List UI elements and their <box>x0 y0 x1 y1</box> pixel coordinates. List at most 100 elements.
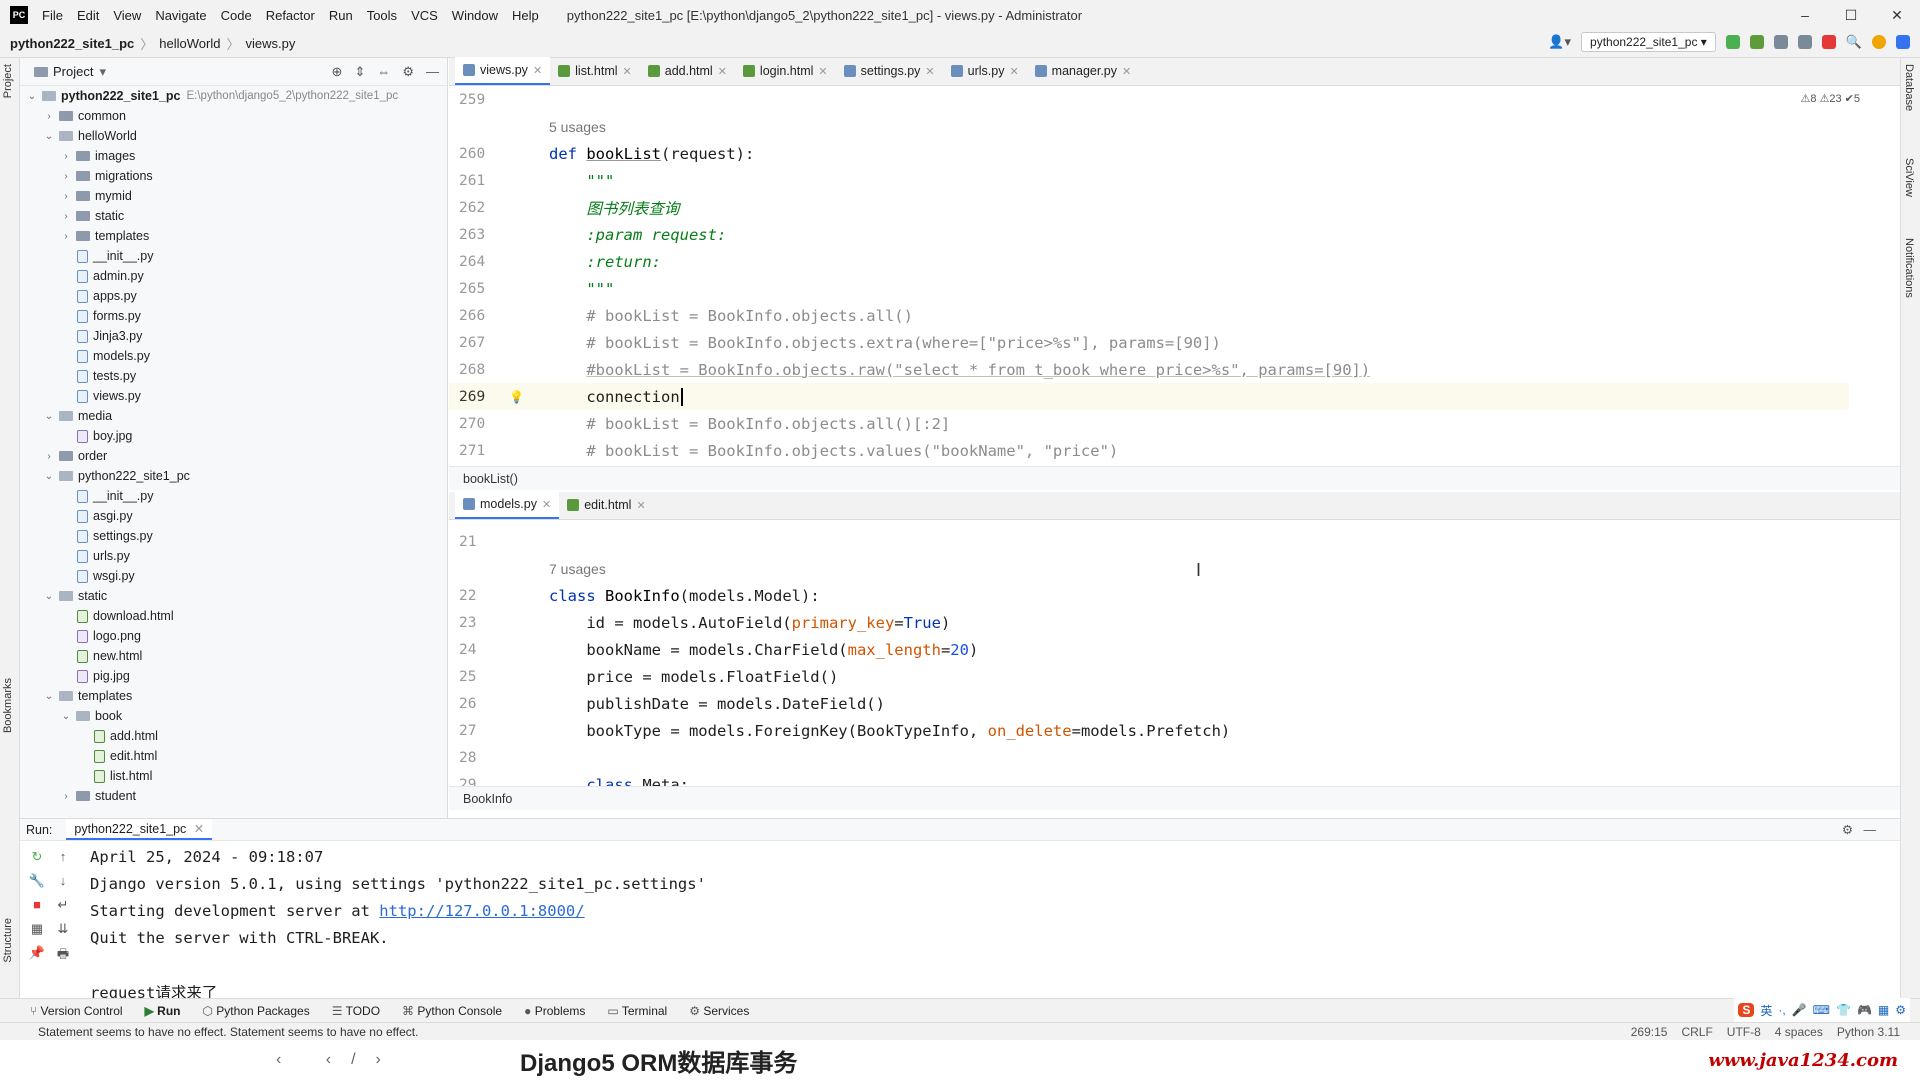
tree-item[interactable]: list.html <box>20 766 447 786</box>
ime-icon[interactable]: 👕 <box>1836 1003 1851 1017</box>
code-area-bottom[interactable]: 21 7 usages 22 class BookInfo(models.Model)… <box>449 528 1849 798</box>
indent-setting[interactable]: 4 spaces <box>1775 1025 1823 1039</box>
close-icon[interactable]: ✕ <box>1122 65 1131 78</box>
code-line[interactable]: 7 usages <box>449 555 1849 582</box>
line-ending[interactable]: CRLF <box>1681 1025 1712 1039</box>
tree-item[interactable]: add.html <box>20 726 447 746</box>
tree-root[interactable]: ⌄ python222_site1_pc E:\python\django5_2… <box>20 86 447 106</box>
editor-tab[interactable]: settings.py ✕ <box>836 57 943 85</box>
line-number[interactable]: 271 <box>449 443 509 459</box>
menu-item-navigate[interactable]: Navigate <box>155 8 206 23</box>
arrow-down-icon[interactable]: ↓ <box>50 873 76 889</box>
tree-item[interactable]: › static <box>20 206 447 226</box>
code-line[interactable]: 21 <box>449 528 1849 555</box>
hide-icon[interactable]: — <box>426 64 439 80</box>
print-icon[interactable]: 🖶 <box>50 945 76 967</box>
code-line[interactable]: 28 <box>449 744 1849 771</box>
code-line[interactable]: 260 def bookList(request): <box>449 140 1849 167</box>
tree-item[interactable]: Jinja3.py <box>20 326 447 346</box>
line-number[interactable]: 266 <box>449 308 509 324</box>
rerun-icon[interactable] <box>1725 35 1740 49</box>
editor-tab[interactable]: edit.html ✕ <box>559 491 653 519</box>
tree-item[interactable]: wsgi.py <box>20 566 447 586</box>
menu-item-file[interactable]: File <box>42 8 63 23</box>
locate-icon[interactable]: ⊕ <box>332 64 343 80</box>
code-line[interactable]: 269 💡 connection <box>449 383 1849 410</box>
code-line[interactable]: 270 # bookList = BookInfo.objects.all()[… <box>449 410 1849 437</box>
editor-tab[interactable]: views.py ✕ <box>455 57 551 85</box>
editor-top-breadcrumb[interactable]: bookList() <box>449 466 1900 490</box>
status-message[interactable]: Statement seems to have no effect. State… <box>38 1025 418 1039</box>
tree-item[interactable]: ⌄ media <box>20 406 447 426</box>
layout-icon[interactable]: ▦ <box>24 921 50 937</box>
caret-position[interactable]: 269:15 <box>1631 1025 1668 1039</box>
code-line[interactable]: 268 #bookList = BookInfo.objects.raw("se… <box>449 356 1849 383</box>
ime-icon[interactable]: 英 <box>1760 1002 1772 1019</box>
run-config-select[interactable]: python222_site1_pc ▾ <box>1581 32 1716 52</box>
tree-item[interactable]: › student <box>20 786 447 806</box>
code-line[interactable]: 271 # bookList = BookInfo.objects.values… <box>449 437 1849 464</box>
line-number[interactable]: 261 <box>449 173 509 189</box>
file-encoding[interactable]: UTF-8 <box>1727 1025 1761 1039</box>
close-icon[interactable]: ✕ <box>542 498 551 511</box>
bottom-tab-services[interactable]: ⚙ Services <box>689 1004 749 1018</box>
sciview-tool-tab[interactable]: SciView <box>1903 158 1915 197</box>
close-icon[interactable]: ✕ <box>718 65 727 78</box>
lightbulb-icon[interactable]: 💡 <box>509 390 549 404</box>
ime-icon[interactable]: 🎮 <box>1857 1003 1872 1017</box>
tree-item[interactable]: ⌄ helloWorld <box>20 126 447 146</box>
close-button[interactable]: ✕ <box>1874 0 1920 30</box>
code-line[interactable]: 262 图书列表查询 <box>449 194 1849 221</box>
close-icon[interactable]: ✕ <box>636 499 645 512</box>
tree-item[interactable]: asgi.py <box>20 506 447 526</box>
arrow-up-icon[interactable]: ↑ <box>50 849 76 865</box>
line-number[interactable]: 260 <box>449 146 509 162</box>
line-number[interactable]: 262 <box>449 200 509 216</box>
ime-icon[interactable]: ▦ <box>1878 1003 1889 1017</box>
user-icon[interactable]: 👤▾ <box>1548 34 1571 50</box>
bottom-tab-run[interactable]: ▶ Run <box>145 1004 181 1018</box>
code-line[interactable]: 261 """ <box>449 167 1849 194</box>
code-line[interactable]: 264 :return: <box>449 248 1849 275</box>
editor-tab[interactable]: add.html ✕ <box>640 57 735 85</box>
structure-tool-tab[interactable]: Structure <box>2 918 14 963</box>
line-number[interactable]: 259 <box>449 92 509 108</box>
coverage-icon[interactable] <box>1773 35 1788 49</box>
stop-icon[interactable]: ■ <box>24 897 50 913</box>
tree-item[interactable]: › mymid <box>20 186 447 206</box>
menu-item-code[interactable]: Code <box>221 8 252 23</box>
tree-item[interactable]: ⌄ templates <box>20 686 447 706</box>
database-tool-tab[interactable]: Database <box>1903 64 1915 111</box>
minimize-button[interactable]: – <box>1782 0 1828 30</box>
code-line[interactable]: 265 """ <box>449 275 1849 302</box>
menu-item-view[interactable]: View <box>113 8 141 23</box>
sogou-icon[interactable]: S <box>1738 1003 1755 1017</box>
code-line[interactable]: 259 <box>449 86 1849 113</box>
line-number[interactable]: 21 <box>449 534 509 550</box>
breadcrumb-project[interactable]: python222_site1_pc <box>10 36 134 51</box>
tree-item[interactable]: pig.jpg <box>20 666 447 686</box>
tree-item[interactable]: › order <box>20 446 447 466</box>
ime-icon[interactable]: 🎤 <box>1792 1003 1807 1017</box>
bottom-tab-version-control[interactable]: ⑂ Version Control <box>30 1004 123 1018</box>
tree-item[interactable]: new.html <box>20 646 447 666</box>
tree-item[interactable]: admin.py <box>20 266 447 286</box>
code-area-top[interactable]: 259 5 usages 260 def bookList(request): 261 … <box>449 86 1849 464</box>
close-icon[interactable]: ✕ <box>1009 65 1018 78</box>
menu-item-help[interactable]: Help <box>512 8 539 23</box>
gear-icon[interactable]: ⚙ <box>402 64 414 80</box>
menu-item-tools[interactable]: Tools <box>367 8 397 23</box>
tree-item[interactable]: models.py <box>20 346 447 366</box>
collapse-all-icon[interactable]: ⇔ <box>377 64 390 80</box>
line-number[interactable]: 24 <box>449 642 509 658</box>
scroll-end-icon[interactable]: ⇊ <box>50 921 76 937</box>
code-line[interactable]: 266 # bookList = BookInfo.objects.all() <box>449 302 1849 329</box>
close-icon[interactable]: ✕ <box>818 65 827 78</box>
menu-item-edit[interactable]: Edit <box>77 8 99 23</box>
notifications-tool-tab[interactable]: Notifications <box>1903 238 1915 298</box>
debug-icon[interactable] <box>1749 35 1764 49</box>
bottom-tab-python-packages[interactable]: ⬡ Python Packages <box>202 1004 309 1018</box>
ime-icon[interactable]: ·, <box>1778 1003 1785 1017</box>
close-icon[interactable]: ✕ <box>194 822 204 836</box>
tree-item[interactable]: ⌄ python222_site1_pc <box>20 466 447 486</box>
